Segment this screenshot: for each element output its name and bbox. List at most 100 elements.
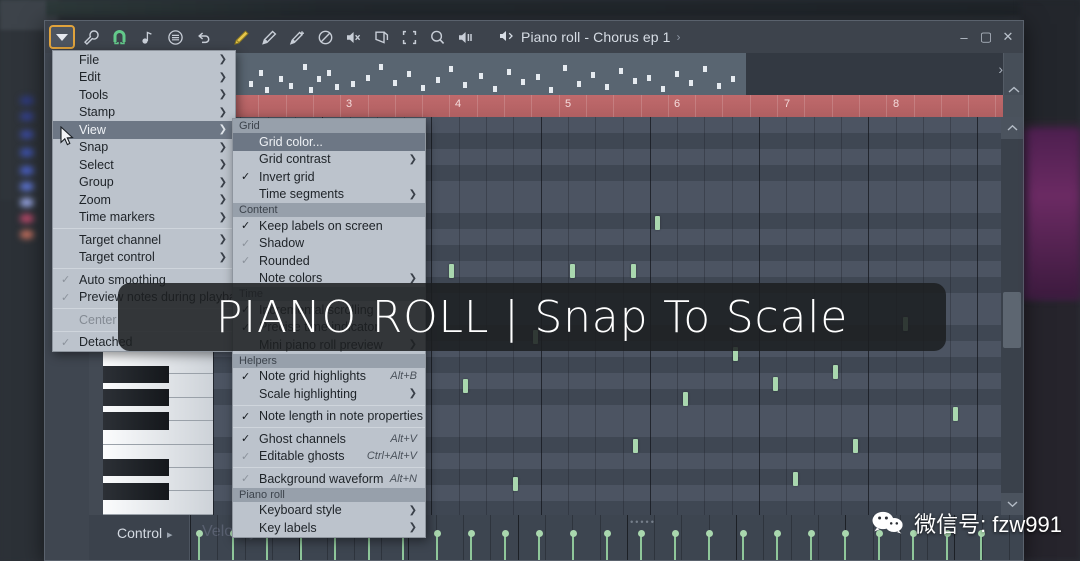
menu-item-edit[interactable]: Edit ❯: [53, 69, 235, 87]
piano-roll-note[interactable]: [570, 264, 575, 278]
velocity-bar[interactable]: [198, 534, 200, 560]
piano-black-key[interactable]: [103, 412, 169, 430]
piano-black-key[interactable]: [103, 388, 169, 407]
menu-item-key-labels[interactable]: Key labels ❯: [233, 519, 425, 537]
velocity-handle[interactable]: [705, 530, 713, 537]
paint-add-icon[interactable]: [284, 24, 310, 50]
piano-roll-note[interactable]: [631, 264, 636, 278]
velocity-bar[interactable]: [810, 534, 812, 560]
menu-item-view[interactable]: View ❯: [53, 121, 235, 139]
piano-roll-note[interactable]: [773, 377, 778, 391]
piano-roll-note[interactable]: [463, 379, 468, 393]
velocity-bar[interactable]: [674, 534, 676, 560]
piano-roll-note[interactable]: [449, 264, 454, 278]
velocity-handle[interactable]: [671, 530, 679, 537]
piano-roll-note[interactable]: [655, 216, 660, 230]
velocity-bar[interactable]: [470, 534, 472, 560]
velocity-bar[interactable]: [232, 534, 234, 560]
scroll-up-button[interactable]: [1001, 117, 1023, 139]
velocity-handle[interactable]: [433, 530, 441, 537]
velocity-handle[interactable]: [195, 530, 203, 537]
menu-item-zoom[interactable]: Zoom ❯: [53, 191, 235, 209]
velocity-bar[interactable]: [708, 534, 710, 560]
delete-icon[interactable]: [312, 24, 338, 50]
velocity-bar[interactable]: [504, 534, 506, 560]
velocity-bar[interactable]: [368, 534, 370, 560]
scrollbar-thumb[interactable]: [1003, 292, 1021, 348]
velocity-handle[interactable]: [807, 530, 815, 537]
velocity-bar[interactable]: [300, 534, 302, 560]
menu-item-note-length-in-note-properties[interactable]: ✓ Note length in note properties: [233, 408, 425, 426]
velocity-bar[interactable]: [436, 534, 438, 560]
minimize-button[interactable]: –: [953, 23, 975, 51]
menu-item-editable-ghosts[interactable]: ✓ Editable ghosts Ctrl+Alt+V: [233, 448, 425, 466]
mini-piano-roll-preview[interactable]: ›: [231, 53, 1023, 95]
menu-item-target-control[interactable]: Target control ❯: [53, 249, 235, 267]
piano-black-key[interactable]: [103, 365, 169, 383]
menu-item-note-grid-highlights[interactable]: ✓ Note grid highlights Alt+B: [233, 368, 425, 386]
piano-roll-note[interactable]: [683, 392, 688, 406]
velocity-handle[interactable]: [603, 530, 611, 537]
vertical-scrollbar[interactable]: [1001, 117, 1023, 515]
piano-roll-menu-button[interactable]: [49, 25, 75, 49]
piano-roll-options-icon[interactable]: [162, 24, 188, 50]
velocity-handle[interactable]: [739, 530, 747, 537]
velocity-handle[interactable]: [773, 530, 781, 537]
mini-preview-region[interactable]: [231, 53, 746, 95]
undo-icon[interactable]: [190, 24, 216, 50]
menu-item-shadow[interactable]: ✓ Shadow: [233, 235, 425, 253]
velocity-bar[interactable]: [640, 534, 642, 560]
window-controls[interactable]: – ▢ ✕: [953, 21, 1019, 53]
pencil-icon[interactable]: [228, 24, 254, 50]
velocity-handle[interactable]: [569, 530, 577, 537]
window-title-group[interactable]: Piano roll - Chorus ep 1 ›: [499, 29, 681, 46]
velocity-bar[interactable]: [776, 534, 778, 560]
menu-item-invert-grid[interactable]: ✓ Invert grid: [233, 168, 425, 186]
paint-icon[interactable]: [256, 24, 282, 50]
menu-item-keyboard-style[interactable]: Keyboard style ❯: [233, 502, 425, 520]
menu-item-tools[interactable]: Tools ❯: [53, 86, 235, 104]
select-icon[interactable]: [396, 24, 422, 50]
menu-item-keep-labels-on-screen[interactable]: ✓ Keep labels on screen: [233, 217, 425, 235]
velocity-bar[interactable]: [402, 534, 404, 560]
velocity-handle[interactable]: [535, 530, 543, 537]
maximize-button[interactable]: ▢: [975, 23, 997, 51]
piano-black-key[interactable]: [103, 482, 169, 500]
menu-item-grid-contrast[interactable]: Grid contrast ❯: [233, 151, 425, 169]
menu-item-target-channel[interactable]: Target channel ❯: [53, 231, 235, 249]
piano-roll-note[interactable]: [633, 439, 638, 453]
velocity-bar[interactable]: [742, 534, 744, 560]
zoom-icon[interactable]: [424, 24, 450, 50]
menu-item-select[interactable]: Select ❯: [53, 156, 235, 174]
piano-roll-note[interactable]: [953, 407, 958, 421]
mute-icon[interactable]: [340, 24, 366, 50]
mini-preview-collapse-icon[interactable]: [1003, 53, 1023, 95]
menu-item-rounded[interactable]: ✓ Rounded: [233, 252, 425, 270]
velocity-bar[interactable]: [606, 534, 608, 560]
time-ruler[interactable]: 3 4 5 6 7 8: [231, 95, 1023, 117]
piano-roll-note[interactable]: [833, 365, 838, 379]
menu-item-time-segments[interactable]: Time segments ❯: [233, 186, 425, 204]
velocity-handle[interactable]: [841, 530, 849, 537]
menu-item-ghost-channels[interactable]: ✓ Ghost channels Alt+V: [233, 430, 425, 448]
velocity-bar[interactable]: [266, 534, 268, 560]
velocity-bar[interactable]: [334, 534, 336, 560]
wrench-icon[interactable]: [78, 24, 104, 50]
velocity-bar[interactable]: [572, 534, 574, 560]
velocity-handle[interactable]: [467, 530, 475, 537]
velocity-handle[interactable]: [501, 530, 509, 537]
piano-roll-note[interactable]: [853, 439, 858, 453]
piano-roll-note[interactable]: [513, 477, 518, 491]
velocity-bar[interactable]: [844, 534, 846, 560]
menu-item-group[interactable]: Group ❯: [53, 174, 235, 192]
menu-item-background-waveform[interactable]: ✓ Background waveform Alt+N: [233, 470, 425, 488]
menu-item-scale-highlighting[interactable]: Scale highlighting ❯: [233, 385, 425, 403]
magnet-icon[interactable]: [106, 24, 132, 50]
menu-item-time-markers[interactable]: Time markers ❯: [53, 209, 235, 227]
piano-roll-note[interactable]: [793, 472, 798, 486]
close-button[interactable]: ✕: [997, 23, 1019, 51]
velocity-bar[interactable]: [538, 534, 540, 560]
menu-item-file[interactable]: File ❯: [53, 51, 235, 69]
velocity-handle[interactable]: [637, 530, 645, 537]
title-chevron-icon[interactable]: ›: [676, 30, 680, 44]
